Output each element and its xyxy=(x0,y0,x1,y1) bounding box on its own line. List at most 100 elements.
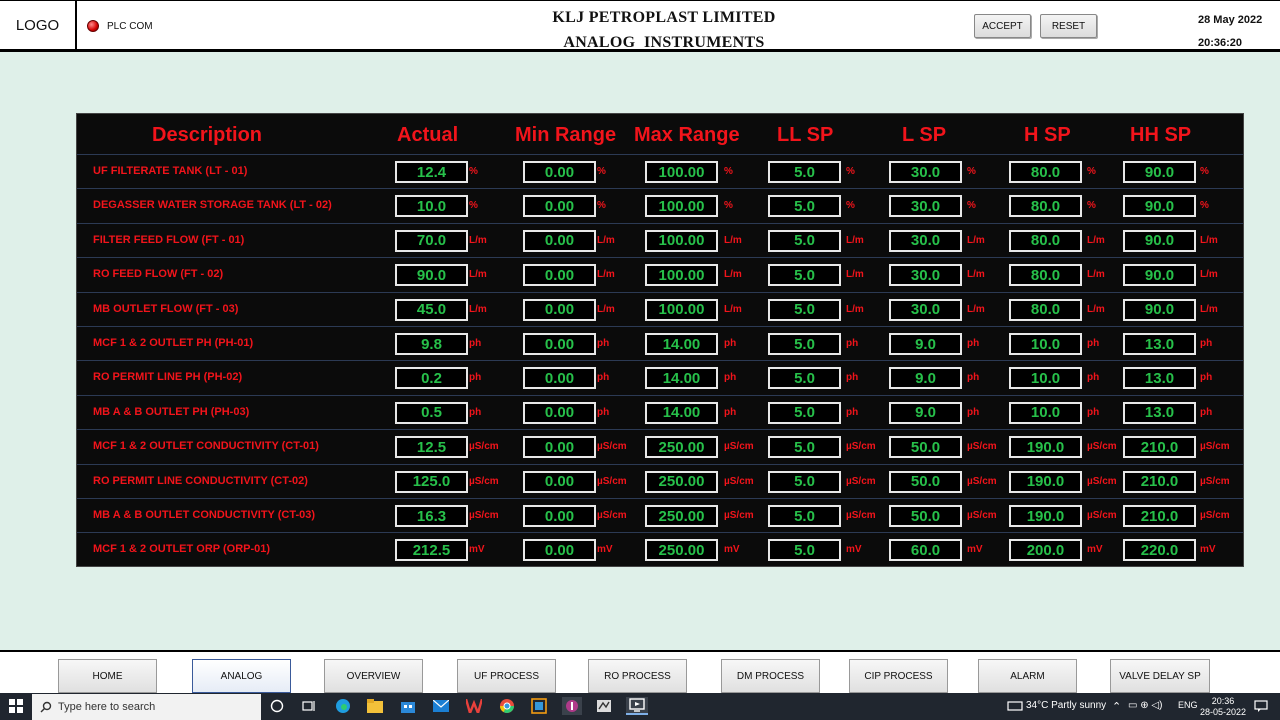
l-sp-value[interactable]: 30.0 xyxy=(889,161,962,183)
nav-analog-button[interactable]: ANALOG xyxy=(192,659,291,693)
hh-sp-value[interactable]: 90.0 xyxy=(1123,298,1196,321)
h-sp-value[interactable]: 80.0 xyxy=(1009,298,1082,321)
l-sp-value[interactable]: 50.0 xyxy=(889,505,962,527)
actual-value: 16.3 xyxy=(395,505,468,527)
hh-sp-value[interactable]: 90.0 xyxy=(1123,195,1196,218)
h-sp-value[interactable]: 80.0 xyxy=(1009,229,1082,252)
nav-alarm-button[interactable]: ALARM xyxy=(978,659,1077,693)
hh-sp-value[interactable]: 13.0 xyxy=(1123,401,1196,424)
ll-sp-value[interactable]: 5.0 xyxy=(768,264,841,287)
l-sp-value[interactable]: 9.0 xyxy=(889,367,962,390)
mail-icon[interactable] xyxy=(432,697,450,715)
ll-sp-value[interactable]: 5.0 xyxy=(768,401,841,424)
show-hidden-icons-icon[interactable]: ⌃ xyxy=(1112,700,1121,713)
scada-runtime-icon[interactable] xyxy=(626,697,648,715)
unit-label: L/m xyxy=(1087,303,1105,315)
ll-sp-value[interactable]: 5.0 xyxy=(768,539,841,562)
h-sp-value[interactable]: 10.0 xyxy=(1009,367,1082,390)
h-sp-value[interactable]: 80.0 xyxy=(1009,195,1082,218)
unit-label: µS/cm xyxy=(724,475,754,487)
unit-label: ph xyxy=(967,338,980,349)
min-range-value: 0.00 xyxy=(523,298,596,321)
h-sp-value[interactable]: 80.0 xyxy=(1009,161,1082,183)
ll-sp-value[interactable]: 5.0 xyxy=(768,505,841,527)
h-sp-value[interactable]: 190.0 xyxy=(1009,436,1082,459)
nav-cip-process-button[interactable]: CIP PROCESS xyxy=(849,659,948,693)
nav-home-button[interactable]: HOME xyxy=(58,659,157,693)
store-icon[interactable] xyxy=(399,697,417,715)
accept-button[interactable]: ACCEPT xyxy=(974,14,1031,38)
hh-sp-value[interactable]: 220.0 xyxy=(1123,539,1196,562)
file-explorer-icon[interactable] xyxy=(366,697,384,715)
hh-sp-value[interactable]: 90.0 xyxy=(1123,161,1196,183)
reset-button[interactable]: RESET xyxy=(1040,14,1097,38)
plc-status-led-icon xyxy=(87,20,99,32)
unit-label: ph xyxy=(1087,338,1100,349)
nav-uf-process-button[interactable]: UF PROCESS xyxy=(457,659,556,693)
language-indicator[interactable]: ENG xyxy=(1178,700,1198,710)
taskbar-clock[interactable]: 20:36 28-05-2022 xyxy=(1197,696,1249,718)
l-sp-value[interactable]: 9.0 xyxy=(889,333,962,355)
hh-sp-value[interactable]: 90.0 xyxy=(1123,264,1196,287)
unit-label: ph xyxy=(1200,372,1213,384)
system-tray-icons[interactable]: ▭ ⊕ ◁) xyxy=(1128,700,1162,711)
l-sp-value[interactable]: 60.0 xyxy=(889,539,962,562)
nav-ro-process-button[interactable]: RO PROCESS xyxy=(588,659,687,693)
h-sp-value[interactable]: 200.0 xyxy=(1009,539,1082,562)
nav-valve-delay-sp-button[interactable]: VALVE DELAY SP xyxy=(1110,659,1210,693)
l-sp-value[interactable]: 30.0 xyxy=(889,298,962,321)
ll-sp-value[interactable]: 5.0 xyxy=(768,298,841,321)
cortana-icon[interactable] xyxy=(268,697,286,715)
notifications-icon[interactable] xyxy=(1252,697,1270,715)
hh-sp-value[interactable]: 210.0 xyxy=(1123,436,1196,459)
app-window-icon[interactable] xyxy=(530,697,548,715)
ll-sp-value[interactable]: 5.0 xyxy=(768,436,841,459)
instrument-description: RO PERMIT LINE PH (PH-02) xyxy=(93,371,243,384)
h-sp-value[interactable]: 80.0 xyxy=(1009,264,1082,287)
unit-label: µS/cm xyxy=(1087,510,1117,521)
edge-browser-icon[interactable] xyxy=(334,697,352,715)
ll-sp-value[interactable]: 5.0 xyxy=(768,229,841,252)
taskbar-search-input[interactable]: Type here to search xyxy=(32,694,261,720)
l-sp-value[interactable]: 9.0 xyxy=(889,401,962,424)
ll-sp-value[interactable]: 5.0 xyxy=(768,367,841,390)
l-sp-value[interactable]: 30.0 xyxy=(889,229,962,252)
hh-sp-value[interactable]: 13.0 xyxy=(1123,333,1196,355)
runtime-app-icon[interactable] xyxy=(595,697,613,715)
l-sp-value[interactable]: 50.0 xyxy=(889,470,962,493)
min-range-value: 0.00 xyxy=(523,161,596,183)
unit-label: mV xyxy=(469,544,485,556)
hh-sp-value[interactable]: 210.0 xyxy=(1123,470,1196,493)
column-header-ll-sp: LL SP xyxy=(777,124,834,146)
wps-office-icon[interactable] xyxy=(465,697,483,715)
ll-sp-value[interactable]: 5.0 xyxy=(768,470,841,493)
nav-overview-button[interactable]: OVERVIEW xyxy=(324,659,423,693)
weather-label[interactable]: 34°C Partly sunny xyxy=(1026,700,1106,711)
windows-start-icon[interactable] xyxy=(7,697,25,715)
actual-value: 125.0 xyxy=(395,470,468,493)
l-sp-value[interactable]: 30.0 xyxy=(889,264,962,287)
touch-app-icon[interactable] xyxy=(562,697,582,715)
unit-label: L/m xyxy=(846,303,864,315)
column-header-hh-sp: HH SP xyxy=(1130,124,1192,146)
instrument-description: MB A & B OUTLET PH (PH-03) xyxy=(93,405,250,418)
task-view-icon[interactable] xyxy=(300,697,318,715)
h-sp-value[interactable]: 190.0 xyxy=(1009,505,1082,527)
hh-sp-value[interactable]: 210.0 xyxy=(1123,505,1196,527)
h-sp-value[interactable]: 10.0 xyxy=(1009,333,1082,355)
hh-sp-value[interactable]: 90.0 xyxy=(1123,229,1196,252)
ll-sp-value[interactable]: 5.0 xyxy=(768,195,841,218)
nav-dm-process-button[interactable]: DM PROCESS xyxy=(721,659,820,693)
l-sp-value[interactable]: 50.0 xyxy=(889,436,962,459)
instrument-row: MCF 1 & 2 OUTLET ORP (ORP-01) 212.5 mV 0.00… xyxy=(77,532,1243,567)
h-sp-value[interactable]: 10.0 xyxy=(1009,401,1082,424)
h-sp-value[interactable]: 190.0 xyxy=(1009,470,1082,493)
hh-sp-value[interactable]: 13.0 xyxy=(1123,367,1196,390)
column-header-l-sp: L SP xyxy=(902,124,947,146)
ll-sp-value[interactable]: 5.0 xyxy=(768,333,841,355)
unit-label: ph xyxy=(597,338,610,349)
ll-sp-value[interactable]: 5.0 xyxy=(768,161,841,183)
chrome-icon[interactable] xyxy=(498,697,516,715)
l-sp-value[interactable]: 30.0 xyxy=(889,195,962,218)
unit-label: % xyxy=(724,166,733,177)
